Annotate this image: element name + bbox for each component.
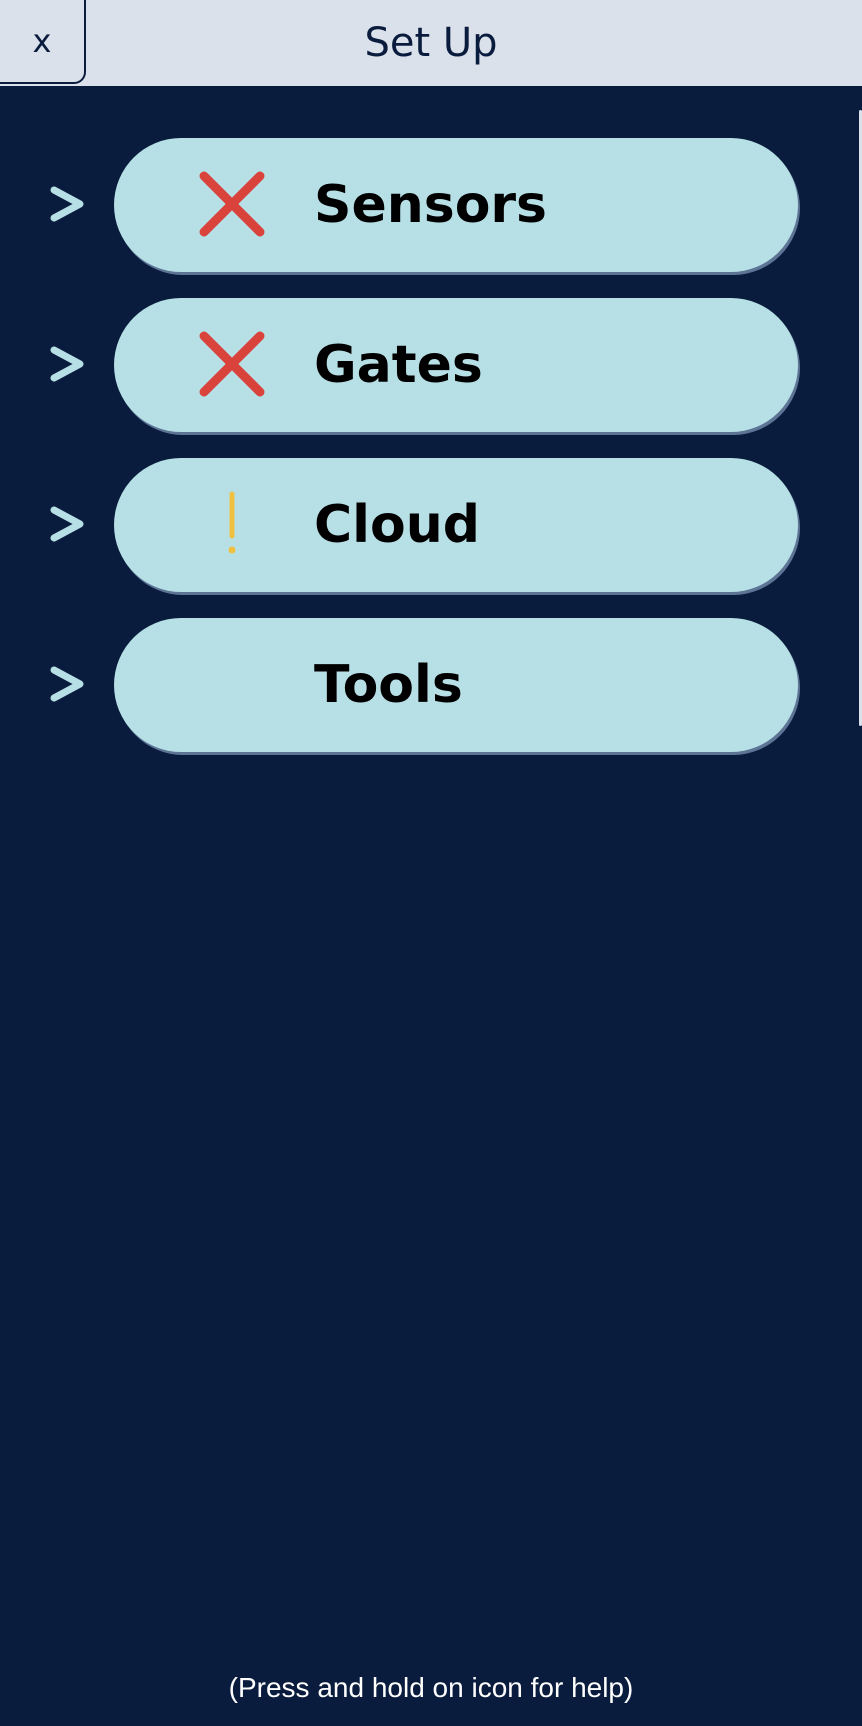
tools-button[interactable]: Tools [114,618,798,752]
help-hint: (Press and hold on icon for help) [228,1672,634,1703]
menu-row-gates: Gates [0,298,862,458]
setup-screen: Set Up x Sensors Gates Cloud Tools (Pres… [0,0,862,1726]
chevron-right-icon[interactable] [48,344,88,384]
cloud-button[interactable]: Cloud [114,458,798,592]
cloud-label: Cloud [314,495,480,555]
sensors-label: Sensors [314,175,548,235]
page-title: Set Up [364,20,498,66]
menu-row-cloud: Cloud [0,458,862,618]
chevron-right-icon[interactable] [48,504,88,544]
setup-menu: Sensors Gates Cloud Tools [0,138,862,778]
chevron-right-icon[interactable] [48,664,88,704]
close-button[interactable]: x [0,0,86,84]
menu-row-tools: Tools [0,618,862,778]
x-mark-icon[interactable] [198,330,266,398]
gates-button[interactable]: Gates [114,298,798,432]
x-mark-icon[interactable] [198,170,266,238]
menu-row-sensors: Sensors [0,138,862,298]
header-bar: Set Up x [0,0,862,86]
sensors-button[interactable]: Sensors [114,138,798,272]
chevron-right-icon[interactable] [48,184,88,224]
gates-label: Gates [314,335,483,395]
exclamation-icon[interactable] [198,490,266,558]
tools-label: Tools [314,655,463,715]
